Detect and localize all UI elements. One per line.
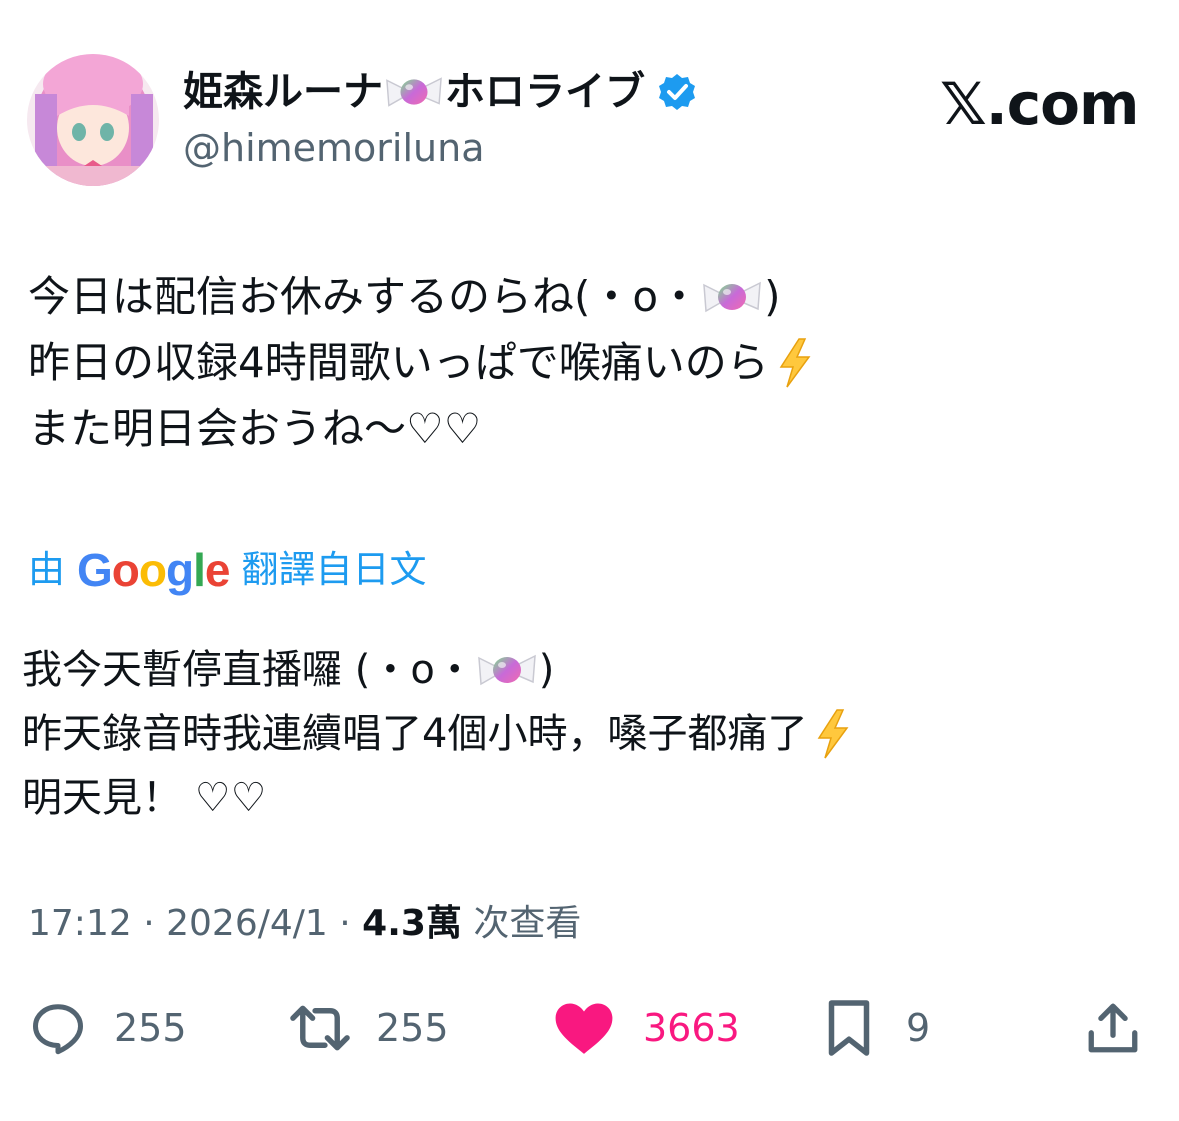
- verified-badge-icon: [659, 74, 695, 110]
- translation-line-2-text: 昨天錄音時我連續唱了4個小時，嗓子都痛了: [22, 711, 808, 757]
- translated-by-google-link[interactable]: 由 Google 翻譯自日文: [28, 540, 426, 600]
- display-name-text-2: ホロライブ: [445, 69, 645, 115]
- translation-suffix: 翻譯自日文: [241, 548, 427, 591]
- reply-count: 255: [114, 1006, 187, 1050]
- display-name[interactable]: 姫森ルーナ ホロライブ: [183, 66, 697, 118]
- like-button[interactable]: 3663: [553, 996, 740, 1060]
- view-label: 次查看: [473, 903, 582, 944]
- separator: ·: [339, 903, 351, 944]
- google-logo: Google: [77, 544, 230, 596]
- translation-line-1: 我今天暫停直播囉 (・o・ ): [22, 638, 853, 702]
- translated-text: 我今天暫停直播囉 (・o・ ) 昨天錄音時我連續唱了4個小時，嗓子都痛了 明天見…: [22, 638, 853, 830]
- avatar-pink-hair-character-icon: [27, 54, 159, 186]
- tweet-line-2: 昨日の収録4時間歌いっぱで喉痛いのら: [28, 330, 815, 396]
- translation-line-1-end: ): [538, 647, 555, 693]
- tweet-line-1-text: 今日は配信お休みするのらね(・o・: [28, 272, 701, 321]
- translation-prefix: 由: [28, 548, 65, 591]
- share-icon: [1088, 1003, 1138, 1053]
- translation-line-1-text: 我今天暫停直播囉 (・o・: [22, 647, 475, 693]
- handle[interactable]: @himemoriluna: [183, 124, 485, 172]
- tweet-line-1: 今日は配信お休みするのらね(・o・ ): [28, 264, 815, 330]
- bookmark-icon: [828, 1000, 870, 1056]
- heart-icon: [555, 1003, 613, 1054]
- view-count: 4.3萬: [362, 903, 462, 944]
- display-name-text: 姫森ルーナ: [183, 69, 383, 115]
- separator: ·: [143, 903, 155, 944]
- tweet-line-3: また明日会おうね〜♡♡: [28, 404, 482, 453]
- bookmark-button[interactable]: 9: [822, 996, 930, 1060]
- lightning-emoji-icon: [775, 337, 815, 389]
- like-count: 3663: [643, 1006, 740, 1050]
- repost-count: 255: [376, 1006, 449, 1050]
- repost-icon: [290, 1005, 350, 1051]
- avatar[interactable]: [27, 54, 159, 186]
- candy-emoji-icon: [702, 276, 762, 318]
- lightning-emoji-icon: [813, 708, 853, 760]
- repost-button[interactable]: 255: [288, 996, 449, 1060]
- bookmark-count: 9: [906, 1006, 931, 1050]
- tweet-text: 今日は配信お休みするのらね(・o・ ) 昨日の収録4時間歌いっぱで喉痛いのら ま…: [28, 264, 815, 462]
- candy-emoji-icon: [385, 72, 443, 112]
- reply-button[interactable]: 255: [28, 996, 187, 1060]
- share-button[interactable]: [1084, 996, 1142, 1060]
- candy-emoji-icon: [477, 649, 537, 691]
- reply-icon: [33, 1004, 83, 1055]
- tweet-line-1-end: ): [764, 272, 781, 321]
- tweet-line-2-text: 昨日の収録4時間歌いっぱで喉痛いのら: [28, 338, 769, 387]
- tweet-date[interactable]: 2026/4/1: [166, 903, 328, 944]
- x-com-logo: 𝕏.com: [940, 70, 1139, 138]
- tweet-meta: 17:12 · 2026/4/1 · 4.3萬 次查看: [28, 898, 581, 950]
- translation-line-3: 明天見！ ♡♡: [22, 775, 267, 821]
- tweet-time[interactable]: 17:12: [28, 903, 132, 944]
- translation-line-2: 昨天錄音時我連續唱了4個小時，嗓子都痛了: [22, 702, 853, 766]
